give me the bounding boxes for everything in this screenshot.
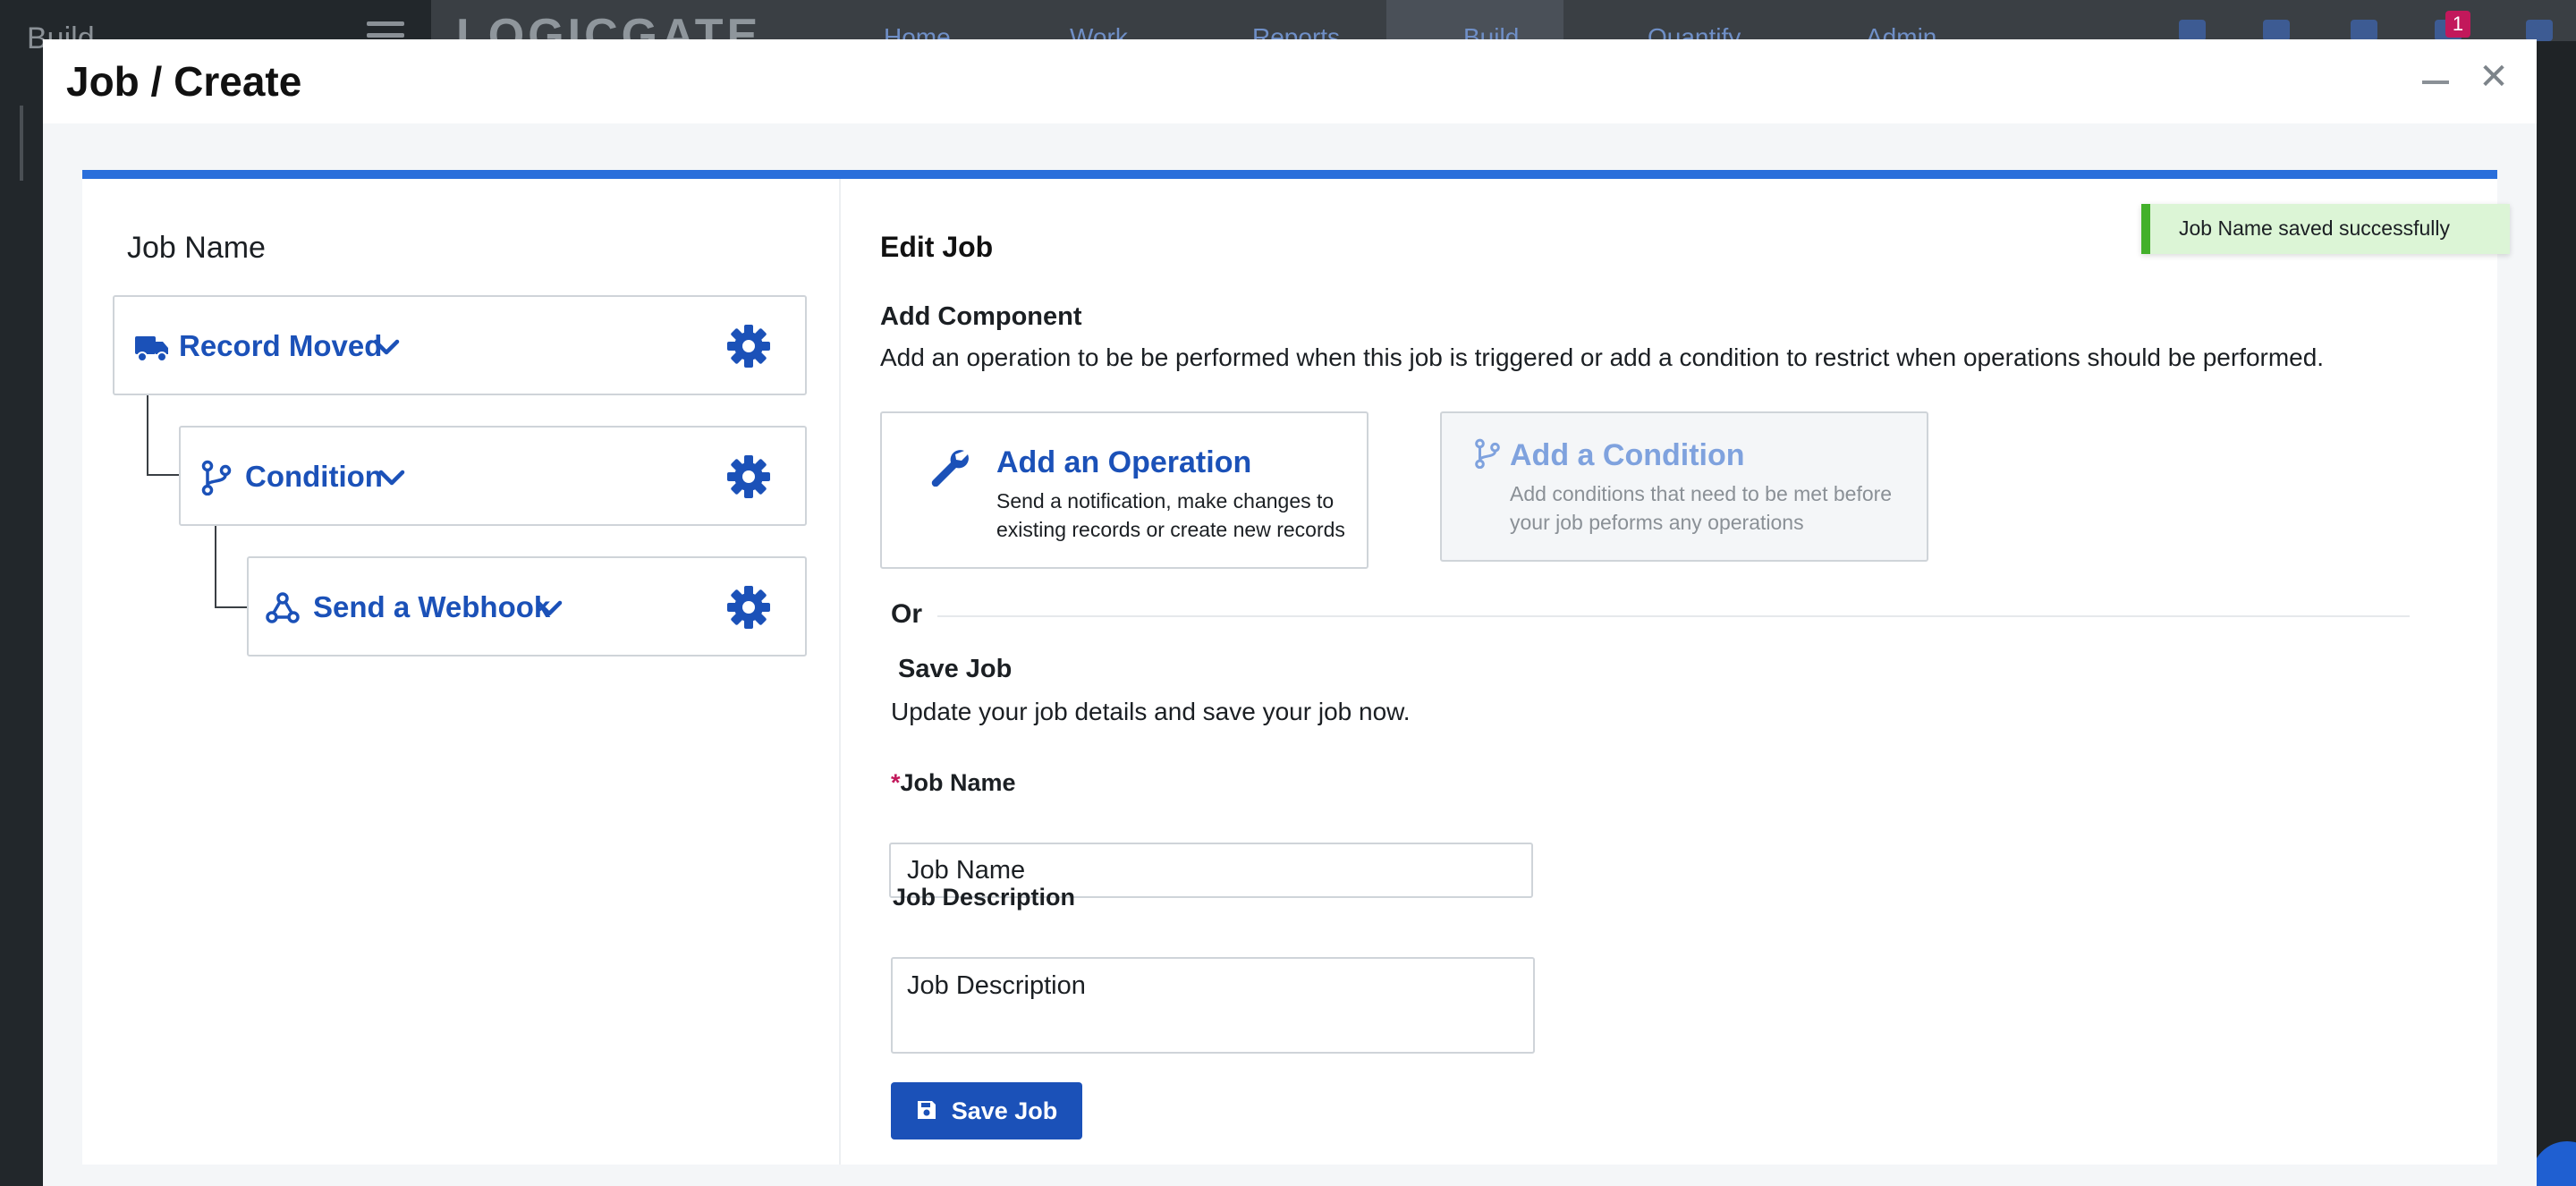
save-job-button[interactable]: Save Job bbox=[891, 1082, 1082, 1139]
gear-icon[interactable] bbox=[726, 324, 771, 369]
add-component-desc: Add an operation to be be performed when… bbox=[880, 343, 2325, 371]
save-job-desc: Update your job details and save your jo… bbox=[891, 698, 1411, 725]
panel-divider bbox=[839, 179, 841, 1165]
wrench-icon bbox=[931, 450, 969, 487]
node-label: Record Moved bbox=[179, 329, 383, 362]
branch-icon bbox=[1475, 438, 1500, 469]
job-card: Job Name Record Moved Condition Send a W… bbox=[82, 170, 2497, 1165]
history-icon[interactable] bbox=[2351, 20, 2377, 41]
tree-title: Job Name bbox=[127, 231, 266, 265]
gear-icon[interactable] bbox=[726, 585, 771, 630]
tree-node-record-moved[interactable]: Record Moved bbox=[113, 295, 807, 395]
job-name-label-text: Job Name bbox=[900, 769, 1016, 796]
add-condition-title: Add a Condition bbox=[1510, 438, 1745, 472]
job-name-label: *Job Name bbox=[891, 769, 1016, 797]
close-button[interactable]: ✕ bbox=[2474, 57, 2513, 97]
node-label: Condition bbox=[245, 460, 383, 493]
webhook-icon bbox=[266, 592, 300, 623]
tree-node-condition[interactable]: Condition bbox=[179, 426, 807, 526]
save-job-title: Save Job bbox=[898, 655, 1013, 683]
minimize-button[interactable] bbox=[2417, 57, 2456, 97]
user-icon[interactable] bbox=[2526, 20, 2553, 41]
add-condition-desc: Add conditions that need to be met befor… bbox=[1510, 482, 1893, 534]
tree-connector bbox=[215, 526, 247, 608]
flask-icon[interactable] bbox=[2179, 20, 2206, 41]
add-operation-title: Add an Operation bbox=[996, 445, 1252, 479]
or-separator-line bbox=[937, 615, 2410, 617]
branch-icon bbox=[201, 460, 232, 496]
node-label: Send a Webhook bbox=[313, 590, 551, 623]
save-job-button-label: Save Job bbox=[951, 1097, 1058, 1124]
chevron-down-icon[interactable] bbox=[372, 333, 401, 361]
heart-icon[interactable] bbox=[2263, 20, 2290, 41]
add-operation-button[interactable]: Add an Operation Send a notification, ma… bbox=[880, 411, 1368, 569]
or-separator-label: Or bbox=[891, 599, 923, 629]
edit-job-title: Edit Job bbox=[880, 231, 994, 263]
add-condition-button[interactable]: Add a Condition Add conditions that need… bbox=[1440, 411, 1928, 562]
job-description-label: Job Description bbox=[893, 884, 1076, 911]
notification-badge: 1 bbox=[2445, 11, 2470, 38]
modal-title: Job / Create bbox=[66, 58, 302, 105]
gear-icon[interactable] bbox=[726, 454, 771, 499]
add-operation-desc: Send a notification, make changes to exi… bbox=[996, 489, 1345, 541]
add-component-title: Add Component bbox=[880, 302, 1082, 331]
tree-node-send-webhook[interactable]: Send a Webhook bbox=[247, 556, 807, 657]
help-fab[interactable] bbox=[2531, 1141, 2576, 1186]
success-toast: Job Name saved successfully bbox=[2141, 204, 2510, 254]
chevron-down-icon[interactable] bbox=[377, 463, 406, 492]
floppy-disk-icon bbox=[917, 1101, 936, 1120]
job-description-textarea[interactable]: Job Description bbox=[891, 957, 1535, 1054]
modal-header: Job / Create ✕ bbox=[43, 39, 2537, 123]
tree-connector bbox=[147, 395, 181, 476]
required-marker: * bbox=[891, 769, 901, 796]
truck-icon bbox=[135, 336, 168, 362]
sidebar-indicator bbox=[20, 106, 23, 181]
close-icon: ✕ bbox=[2479, 57, 2509, 97]
chevron-down-icon[interactable] bbox=[535, 594, 564, 623]
